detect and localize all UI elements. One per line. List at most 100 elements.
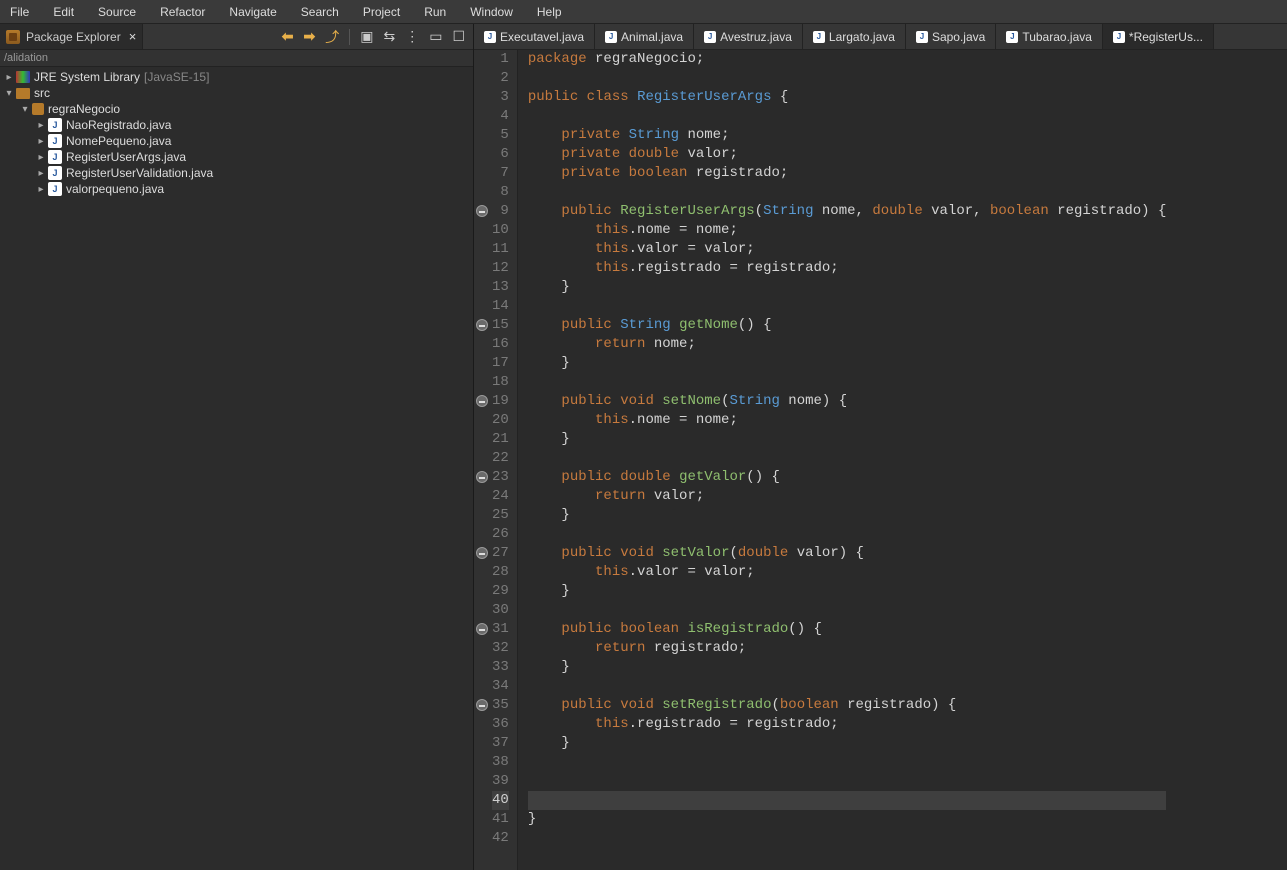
back-icon[interactable]: ⬅ xyxy=(282,28,294,45)
line-number: 26 xyxy=(492,525,509,544)
twisty-icon[interactable]: ▸ xyxy=(34,120,48,131)
tree-node-package[interactable]: regraNegocio xyxy=(48,102,120,116)
menu-window[interactable]: Window xyxy=(458,2,525,22)
code-line[interactable] xyxy=(528,183,1167,202)
fold-marker-icon[interactable] xyxy=(476,205,488,217)
fold-marker-icon[interactable] xyxy=(476,547,488,559)
twisty-icon[interactable]: ▸ xyxy=(34,152,48,163)
view-menu-icon[interactable]: ⋮ xyxy=(405,28,419,45)
code-line[interactable] xyxy=(528,449,1167,468)
code-line[interactable] xyxy=(528,829,1167,848)
menu-help[interactable]: Help xyxy=(525,2,574,22)
code-line[interactable]: private String nome; xyxy=(528,126,1167,145)
code-line[interactable]: this.valor = valor; xyxy=(528,563,1167,582)
tree-file[interactable]: ▸JRegisterUserArgs.java xyxy=(0,149,473,165)
forward-icon[interactable]: ➡ xyxy=(304,28,316,45)
twisty-icon[interactable]: ▸ xyxy=(34,168,48,179)
code-line[interactable]: public String getNome() { xyxy=(528,316,1167,335)
twisty-icon[interactable]: ▸ xyxy=(34,184,48,195)
fold-marker-icon[interactable] xyxy=(476,319,488,331)
library-icon xyxy=(16,71,30,83)
tree-file[interactable]: ▸Jvalorpequeno.java xyxy=(0,181,473,197)
editor-tab[interactable]: JAvestruz.java xyxy=(694,24,803,49)
code-line[interactable]: this.registrado = registrado; xyxy=(528,259,1167,278)
close-icon[interactable]: × xyxy=(129,29,137,44)
code-line[interactable]: public void setValor(double valor) { xyxy=(528,544,1167,563)
code-line[interactable]: private double valor; xyxy=(528,145,1167,164)
menu-search[interactable]: Search xyxy=(289,2,351,22)
code-line[interactable]: return registrado; xyxy=(528,639,1167,658)
menu-run[interactable]: Run xyxy=(412,2,458,22)
twisty-icon[interactable]: ▸ xyxy=(34,136,48,147)
toolbar-divider xyxy=(349,29,350,45)
editor-area[interactable]: 1234567891011121314151617181920212223242… xyxy=(474,50,1287,870)
fold-marker-icon[interactable] xyxy=(476,699,488,711)
tree-file[interactable]: ▸JNomePequeno.java xyxy=(0,133,473,149)
code-line[interactable] xyxy=(528,753,1167,772)
code-line[interactable] xyxy=(528,297,1167,316)
code-line[interactable]: this.nome = nome; xyxy=(528,221,1167,240)
code-line[interactable] xyxy=(528,69,1167,88)
code-line[interactable] xyxy=(528,791,1167,810)
editor-tab[interactable]: JExecutavel.java xyxy=(474,24,595,49)
code-line[interactable]: package regraNegocio; xyxy=(528,50,1167,69)
editor-tab[interactable]: JSapo.java xyxy=(906,24,996,49)
code-line[interactable]: } xyxy=(528,658,1167,677)
editor-tab[interactable]: JTubarao.java xyxy=(996,24,1103,49)
code-line[interactable]: } xyxy=(528,354,1167,373)
code-line[interactable]: } xyxy=(528,430,1167,449)
maximize-icon[interactable]: ☐ xyxy=(452,28,465,45)
menu-refactor[interactable]: Refactor xyxy=(148,2,217,22)
code-line[interactable] xyxy=(528,677,1167,696)
editor-tab[interactable]: JAnimal.java xyxy=(595,24,694,49)
menu-file[interactable]: File xyxy=(4,2,41,22)
code-line[interactable]: } xyxy=(528,734,1167,753)
code-line[interactable]: this.registrado = registrado; xyxy=(528,715,1167,734)
project-tree[interactable]: ▸ JRE System Library [JavaSE-15] ▾ src ▾… xyxy=(0,67,473,870)
code-line[interactable] xyxy=(528,373,1167,392)
code-line[interactable]: public class RegisterUserArgs { xyxy=(528,88,1167,107)
code-line[interactable]: this.valor = valor; xyxy=(528,240,1167,259)
fold-marker-icon[interactable] xyxy=(476,395,488,407)
code-line[interactable]: public double getValor() { xyxy=(528,468,1167,487)
code-line[interactable]: } xyxy=(528,582,1167,601)
twisty-icon[interactable]: ▾ xyxy=(18,104,32,115)
code-line[interactable]: public void setNome(String nome) { xyxy=(528,392,1167,411)
code-line[interactable] xyxy=(528,107,1167,126)
editor-tab[interactable]: J*RegisterUs... xyxy=(1103,24,1214,49)
collapse-all-icon[interactable]: ▣ xyxy=(360,28,373,45)
code-line[interactable]: public void setRegistrado(boolean regist… xyxy=(528,696,1167,715)
code-line[interactable]: } xyxy=(528,506,1167,525)
code-line[interactable]: } xyxy=(528,278,1167,297)
fold-marker-icon[interactable] xyxy=(476,471,488,483)
code-line[interactable]: public boolean isRegistrado() { xyxy=(528,620,1167,639)
menu-source[interactable]: Source xyxy=(86,2,148,22)
code-line[interactable]: } xyxy=(528,810,1167,829)
code-line[interactable]: return nome; xyxy=(528,335,1167,354)
tree-file-label: NaoRegistrado.java xyxy=(66,118,171,132)
code-line[interactable] xyxy=(528,525,1167,544)
tree-node-jre[interactable]: JRE System Library xyxy=(34,70,140,84)
code-line[interactable] xyxy=(528,772,1167,791)
menu-edit[interactable]: Edit xyxy=(41,2,86,22)
code-content[interactable]: package regraNegocio; public class Regist… xyxy=(518,50,1167,870)
code-line[interactable]: this.nome = nome; xyxy=(528,411,1167,430)
line-number: 10 xyxy=(492,221,509,240)
tree-file[interactable]: ▸JRegisterUserValidation.java xyxy=(0,165,473,181)
tree-file[interactable]: ▸JNaoRegistrado.java xyxy=(0,117,473,133)
menu-project[interactable]: Project xyxy=(351,2,412,22)
up-icon[interactable]: ⤴ xyxy=(325,27,339,47)
package-explorer-tab[interactable]: Package Explorer × xyxy=(0,24,143,49)
editor-tab[interactable]: JLargato.java xyxy=(803,24,906,49)
link-editor-icon[interactable]: ⇆ xyxy=(383,28,395,45)
fold-marker-icon[interactable] xyxy=(476,623,488,635)
menu-navigate[interactable]: Navigate xyxy=(217,2,288,22)
twisty-icon[interactable]: ▸ xyxy=(2,72,16,83)
code-line[interactable]: private boolean registrado; xyxy=(528,164,1167,183)
twisty-icon[interactable]: ▾ xyxy=(2,88,16,99)
code-line[interactable]: public RegisterUserArgs(String nome, dou… xyxy=(528,202,1167,221)
code-line[interactable] xyxy=(528,601,1167,620)
tree-node-src[interactable]: src xyxy=(34,86,50,100)
minimize-icon[interactable]: ▭ xyxy=(429,28,442,45)
code-line[interactable]: return valor; xyxy=(528,487,1167,506)
